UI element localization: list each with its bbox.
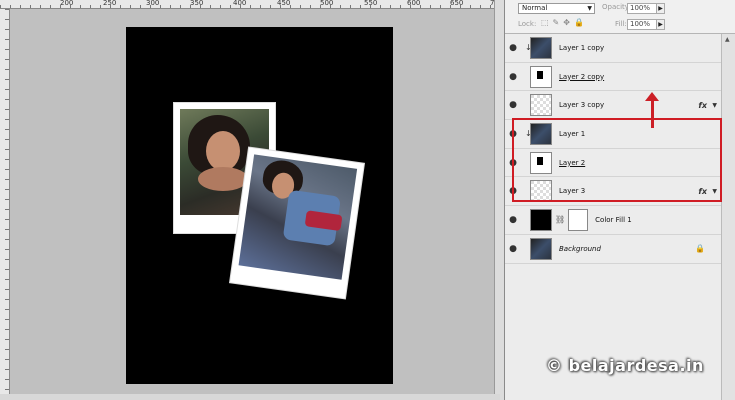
layer-name: Layer 3 copy bbox=[559, 101, 605, 110]
visibility-eye-icon[interactable]: ● bbox=[505, 244, 521, 254]
blend-mode-select[interactable]: Normal ▼ bbox=[518, 3, 595, 14]
ruler-tick-label: 250 bbox=[103, 0, 117, 7]
layers-panel-options: Normal ▼ Opacity: 100% ▶ Lock: ⬚✎✥🔒 Fill… bbox=[505, 0, 735, 34]
layer-thumbnail bbox=[530, 237, 552, 260]
ruler-tick-label: 300 bbox=[146, 0, 160, 7]
layer-thumbnail bbox=[530, 65, 552, 88]
layers-scrollbar[interactable]: ▲ bbox=[721, 34, 735, 400]
visibility-eye-icon[interactable]: ● bbox=[505, 43, 521, 53]
fill-input[interactable]: 100% bbox=[627, 19, 657, 30]
layer-thumbnail bbox=[530, 36, 552, 59]
ruler-tick-label: 400 bbox=[233, 0, 247, 7]
lock-options-icons[interactable]: ⬚✎✥🔒 bbox=[541, 18, 588, 27]
scroll-up-icon[interactable]: ▲ bbox=[725, 36, 730, 43]
fill-label: Fill: bbox=[615, 20, 627, 28]
ruler-tick-label: 200 bbox=[60, 0, 74, 7]
layer-row[interactable]: ● ⛓ Color Fill 1 bbox=[505, 206, 721, 235]
blend-mode-value: Normal bbox=[522, 4, 548, 12]
expand-effects-icon[interactable]: ▼ bbox=[712, 102, 717, 109]
layer-row[interactable]: ● Background 🔒 bbox=[505, 235, 721, 264]
ruler-tick-label: 500 bbox=[320, 0, 334, 7]
layer-effects-icon[interactable]: fx bbox=[698, 101, 707, 110]
layer-row[interactable]: ● Layer 2 copy bbox=[505, 63, 721, 92]
canvas-vertical-scrollbar[interactable] bbox=[494, 0, 504, 400]
visibility-eye-icon[interactable]: ● bbox=[505, 215, 521, 225]
opacity-slider-toggle[interactable]: ▶ bbox=[656, 3, 665, 14]
canvas-horizontal-scrollbar[interactable] bbox=[0, 394, 500, 400]
opacity-input[interactable]: 100% bbox=[627, 3, 657, 14]
ruler-tick-label: 650 bbox=[450, 0, 464, 7]
layer-thumbnail bbox=[530, 94, 552, 117]
visibility-eye-icon[interactable]: ● bbox=[505, 100, 521, 110]
lock-label: Lock: bbox=[518, 20, 537, 28]
polaroid-photo-2[interactable] bbox=[230, 147, 364, 299]
portrait-photo bbox=[238, 154, 358, 280]
ruler-tick-label: 600 bbox=[407, 0, 421, 7]
layer-mask-thumbnail bbox=[568, 208, 589, 231]
layer-name: Color Fill 1 bbox=[595, 215, 632, 224]
horizontal-ruler: 200 250 300 350 400 450 500 550 600 650 … bbox=[0, 0, 500, 9]
layer-name: Layer 1 copy bbox=[559, 43, 605, 52]
link-icon: ⛓ bbox=[555, 215, 566, 225]
document-canvas[interactable] bbox=[126, 27, 393, 384]
layer-row[interactable]: ● ↓ Layer 1 copy bbox=[505, 34, 721, 63]
fill-slider-toggle[interactable]: ▶ bbox=[656, 19, 665, 30]
up-arrow-icon bbox=[645, 92, 659, 128]
layer-row[interactable]: ● Layer 3 copy fx ▼ bbox=[505, 91, 721, 121]
ruler-tick-label: 450 bbox=[277, 0, 291, 7]
ruler-tick-label: 550 bbox=[364, 0, 378, 7]
chevron-down-icon: ▼ bbox=[587, 5, 592, 12]
layer-name: Background bbox=[559, 244, 601, 253]
layer-name: Layer 2 copy bbox=[559, 72, 605, 81]
highlight-box bbox=[512, 118, 722, 202]
watermark: © belajardesa.in bbox=[546, 356, 704, 375]
ruler-tick-label: 350 bbox=[190, 0, 204, 7]
visibility-eye-icon[interactable]: ● bbox=[505, 72, 521, 82]
layer-thumbnail bbox=[530, 208, 552, 231]
lock-icon: 🔒 bbox=[695, 244, 705, 254]
vertical-ruler bbox=[0, 9, 10, 400]
